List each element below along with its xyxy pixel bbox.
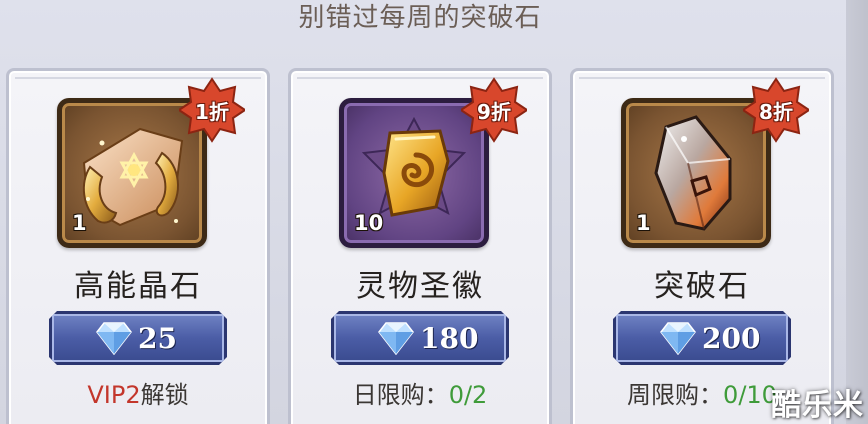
price-value: 25	[138, 322, 177, 355]
buy-button[interactable]: 180	[331, 311, 509, 365]
watermark-logo: 酷乐米	[771, 388, 864, 423]
item-name: 高能晶石	[74, 269, 202, 304]
buy-button[interactable]: 25	[49, 311, 227, 365]
price-value: 180	[420, 322, 479, 355]
weekly-limit-label: 周限购：	[627, 381, 724, 409]
purchase-limit: 日限购：0/2	[291, 375, 549, 410]
item-name: 灵物圣徽	[356, 269, 484, 304]
limit-count: 0/2	[448, 381, 488, 409]
weekly-shop-screen: 别错过每周的突破石 1 1折 高能晶石 25 VIP2解锁 10 9折 灵物圣徽…	[0, 0, 868, 424]
page-title: 别错过每周的突破石	[298, 3, 542, 33]
vip-requirement: VIP2	[87, 381, 141, 409]
unlock-label: 解锁	[140, 381, 189, 409]
discount-badge: 1折	[179, 77, 245, 143]
daily-limit-label: 日限购：	[352, 381, 449, 409]
shop-item-card-spirit-emblem[interactable]: 10 9折 灵物圣徽 180 日限购：0/2	[288, 68, 552, 424]
shop-item-card-breakthrough-stone[interactable]: 1 8折 突破石 200 周限购：0/10	[570, 68, 834, 424]
diamond-gem-icon	[660, 321, 696, 355]
limit-count: 0/10	[723, 381, 777, 409]
shop-item-card-high-energy-crystal[interactable]: 1 1折 高能晶石 25 VIP2解锁	[6, 68, 270, 424]
discount-label: 1折	[195, 100, 229, 124]
purchase-limit: VIP2解锁	[9, 375, 267, 410]
discount-badge: 8折	[743, 77, 809, 143]
discount-label: 8折	[759, 100, 793, 124]
discount-label: 9折	[477, 100, 511, 124]
buy-button[interactable]: 200	[613, 311, 791, 365]
item-quantity: 1	[636, 211, 651, 235]
discount-badge: 9折	[461, 77, 527, 143]
scroll-edge	[846, 0, 868, 424]
diamond-gem-icon	[378, 321, 414, 355]
diamond-gem-icon	[96, 321, 132, 355]
item-name: 突破石	[654, 269, 750, 304]
price-value: 200	[702, 322, 761, 355]
item-quantity: 10	[354, 211, 384, 235]
item-quantity: 1	[72, 211, 87, 235]
